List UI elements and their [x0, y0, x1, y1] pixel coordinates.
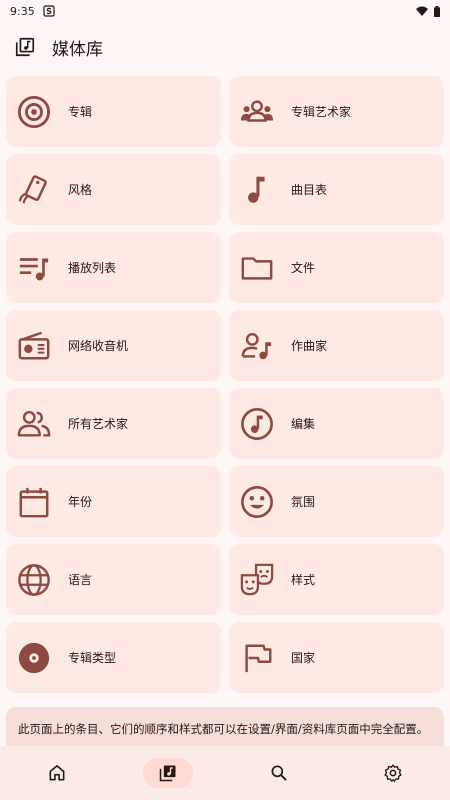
tile-compilations[interactable]: 编集: [229, 388, 444, 459]
bottom-navigation: [0, 746, 450, 800]
settings-icon: [384, 764, 402, 782]
nav-home[interactable]: [29, 758, 85, 788]
tile-label: 专辑类型: [68, 651, 117, 665]
app-bar: 媒体库: [0, 24, 450, 70]
tile-languages[interactable]: 语言: [6, 544, 221, 615]
home-icon: [49, 765, 65, 781]
tile-styles[interactable]: 样式: [229, 544, 444, 615]
album-type-icon: [16, 640, 52, 676]
nav-library[interactable]: [143, 758, 193, 788]
folder-icon: [239, 250, 275, 286]
tile-label: 作曲家: [291, 339, 328, 353]
nav-settings[interactable]: [365, 758, 421, 788]
tile-label: 国家: [291, 651, 316, 665]
genre-icon: [16, 172, 52, 208]
battery-icon: [434, 5, 440, 17]
tile-label: 风格: [68, 183, 93, 197]
tile-countries[interactable]: 国家: [229, 622, 444, 693]
tile-genres[interactable]: 风格: [6, 154, 221, 225]
wifi-icon: [416, 6, 428, 16]
tile-label: 专辑: [68, 105, 93, 119]
tile-album-types[interactable]: 专辑类型: [6, 622, 221, 693]
tile-label: 播放列表: [68, 261, 117, 275]
tile-label: 编集: [291, 417, 316, 431]
tile-radio[interactable]: 网络收音机: [6, 310, 221, 381]
tile-label: 语言: [68, 573, 93, 587]
tile-composers[interactable]: 作曲家: [229, 310, 444, 381]
tile-label: 网络收音机: [68, 339, 129, 353]
tile-label: 年份: [68, 495, 93, 509]
tile-label: 所有艺术家: [68, 417, 129, 431]
tile-tracks[interactable]: 曲目表: [229, 154, 444, 225]
album-icon: [16, 94, 52, 130]
status-bar: 9:35: [0, 0, 450, 22]
artists-icon: [16, 406, 52, 442]
app-notification-icon: [43, 5, 55, 17]
tile-label: 曲目表: [291, 183, 328, 197]
tile-label: 氛围: [291, 495, 316, 509]
tile-albums[interactable]: 专辑: [6, 76, 221, 147]
tile-files[interactable]: 文件: [229, 232, 444, 303]
tile-label: 文件: [291, 261, 316, 275]
search-icon: [271, 765, 287, 781]
tile-album-artists[interactable]: 专辑艺术家: [229, 76, 444, 147]
library-icon[interactable]: [14, 36, 36, 58]
compilation-icon: [239, 406, 275, 442]
album-artist-icon: [239, 94, 275, 130]
music-note-icon: [239, 172, 275, 208]
flag-icon: [239, 640, 275, 676]
library-grid: 专辑 专辑艺术家 风格 曲目表 播放列表 文件 网络收音机 作曲家 所有艺术家 …: [6, 76, 444, 693]
radio-icon: [16, 328, 52, 364]
calendar-icon: [16, 484, 52, 520]
tile-label: 专辑艺术家: [291, 105, 352, 119]
tile-moods[interactable]: 氛围: [229, 466, 444, 537]
tile-years[interactable]: 年份: [6, 466, 221, 537]
library-icon: [159, 765, 176, 782]
tile-label: 样式: [291, 573, 316, 587]
playlist-icon: [16, 250, 52, 286]
status-time: 9:35: [10, 4, 35, 18]
mood-icon: [239, 484, 275, 520]
tile-playlists[interactable]: 播放列表: [6, 232, 221, 303]
style-masks-icon: [239, 562, 275, 598]
page-title: 媒体库: [52, 39, 103, 60]
composer-icon: [239, 328, 275, 364]
nav-search[interactable]: [251, 758, 307, 788]
globe-icon: [16, 562, 52, 598]
tile-all-artists[interactable]: 所有艺术家: [6, 388, 221, 459]
